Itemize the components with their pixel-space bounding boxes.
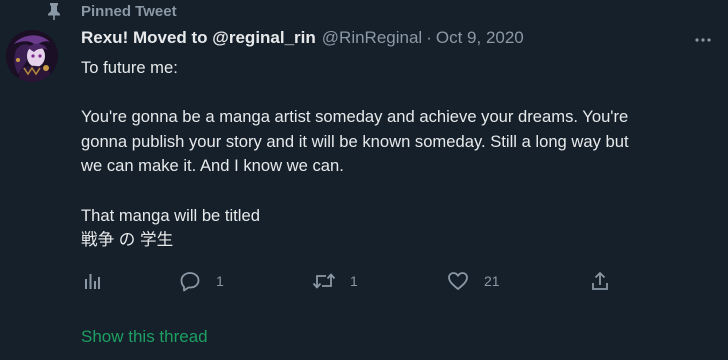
tweet-text-line: 戦争 の 学生: [81, 230, 174, 250]
reply-icon: [178, 269, 202, 293]
analytics-icon: [80, 269, 104, 293]
like-count: 21: [484, 273, 500, 289]
analytics-button[interactable]: [80, 266, 104, 296]
more-options-icon[interactable]: [690, 30, 716, 50]
tweet-text-line: To future me:: [81, 58, 178, 77]
separator-dot: ·: [426, 28, 432, 47]
show-thread-link[interactable]: Show this thread: [81, 327, 208, 347]
heart-icon: [446, 269, 470, 293]
share-button[interactable]: [588, 266, 612, 296]
pinned-label: Pinned Tweet: [81, 3, 177, 20]
reply-count: 1: [216, 273, 224, 289]
like-button[interactable]: 21: [446, 266, 500, 296]
retweet-count: 1: [350, 273, 358, 289]
share-icon: [588, 269, 612, 293]
tweet-text-line: That manga will be titled: [81, 205, 260, 225]
retweet-button[interactable]: 1: [312, 266, 358, 296]
tweet-actions: 1 1 21: [0, 266, 728, 296]
user-handle[interactable]: @RinReginal: [322, 28, 422, 48]
retweet-icon: [312, 269, 336, 293]
tweet-body: To future me: You're gonna be a manga ar…: [81, 56, 721, 253]
pin-icon: [42, 1, 66, 21]
avatar[interactable]: [6, 30, 58, 82]
display-name[interactable]: Rexu! Moved to @reginal_rin: [81, 28, 316, 48]
reply-button[interactable]: 1: [178, 266, 224, 296]
tweet-text-paragraph: You're gonna be a manga artist someday a…: [81, 107, 629, 176]
tweet-header: Rexu! Moved to @reginal_rin @RinReginal …: [81, 28, 524, 48]
pinned-tweet[interactable]: Pinned Tweet Rexu! Moved to @reginal_rin…: [0, 0, 728, 360]
tweet-date[interactable]: Oct 9, 2020: [436, 28, 524, 48]
